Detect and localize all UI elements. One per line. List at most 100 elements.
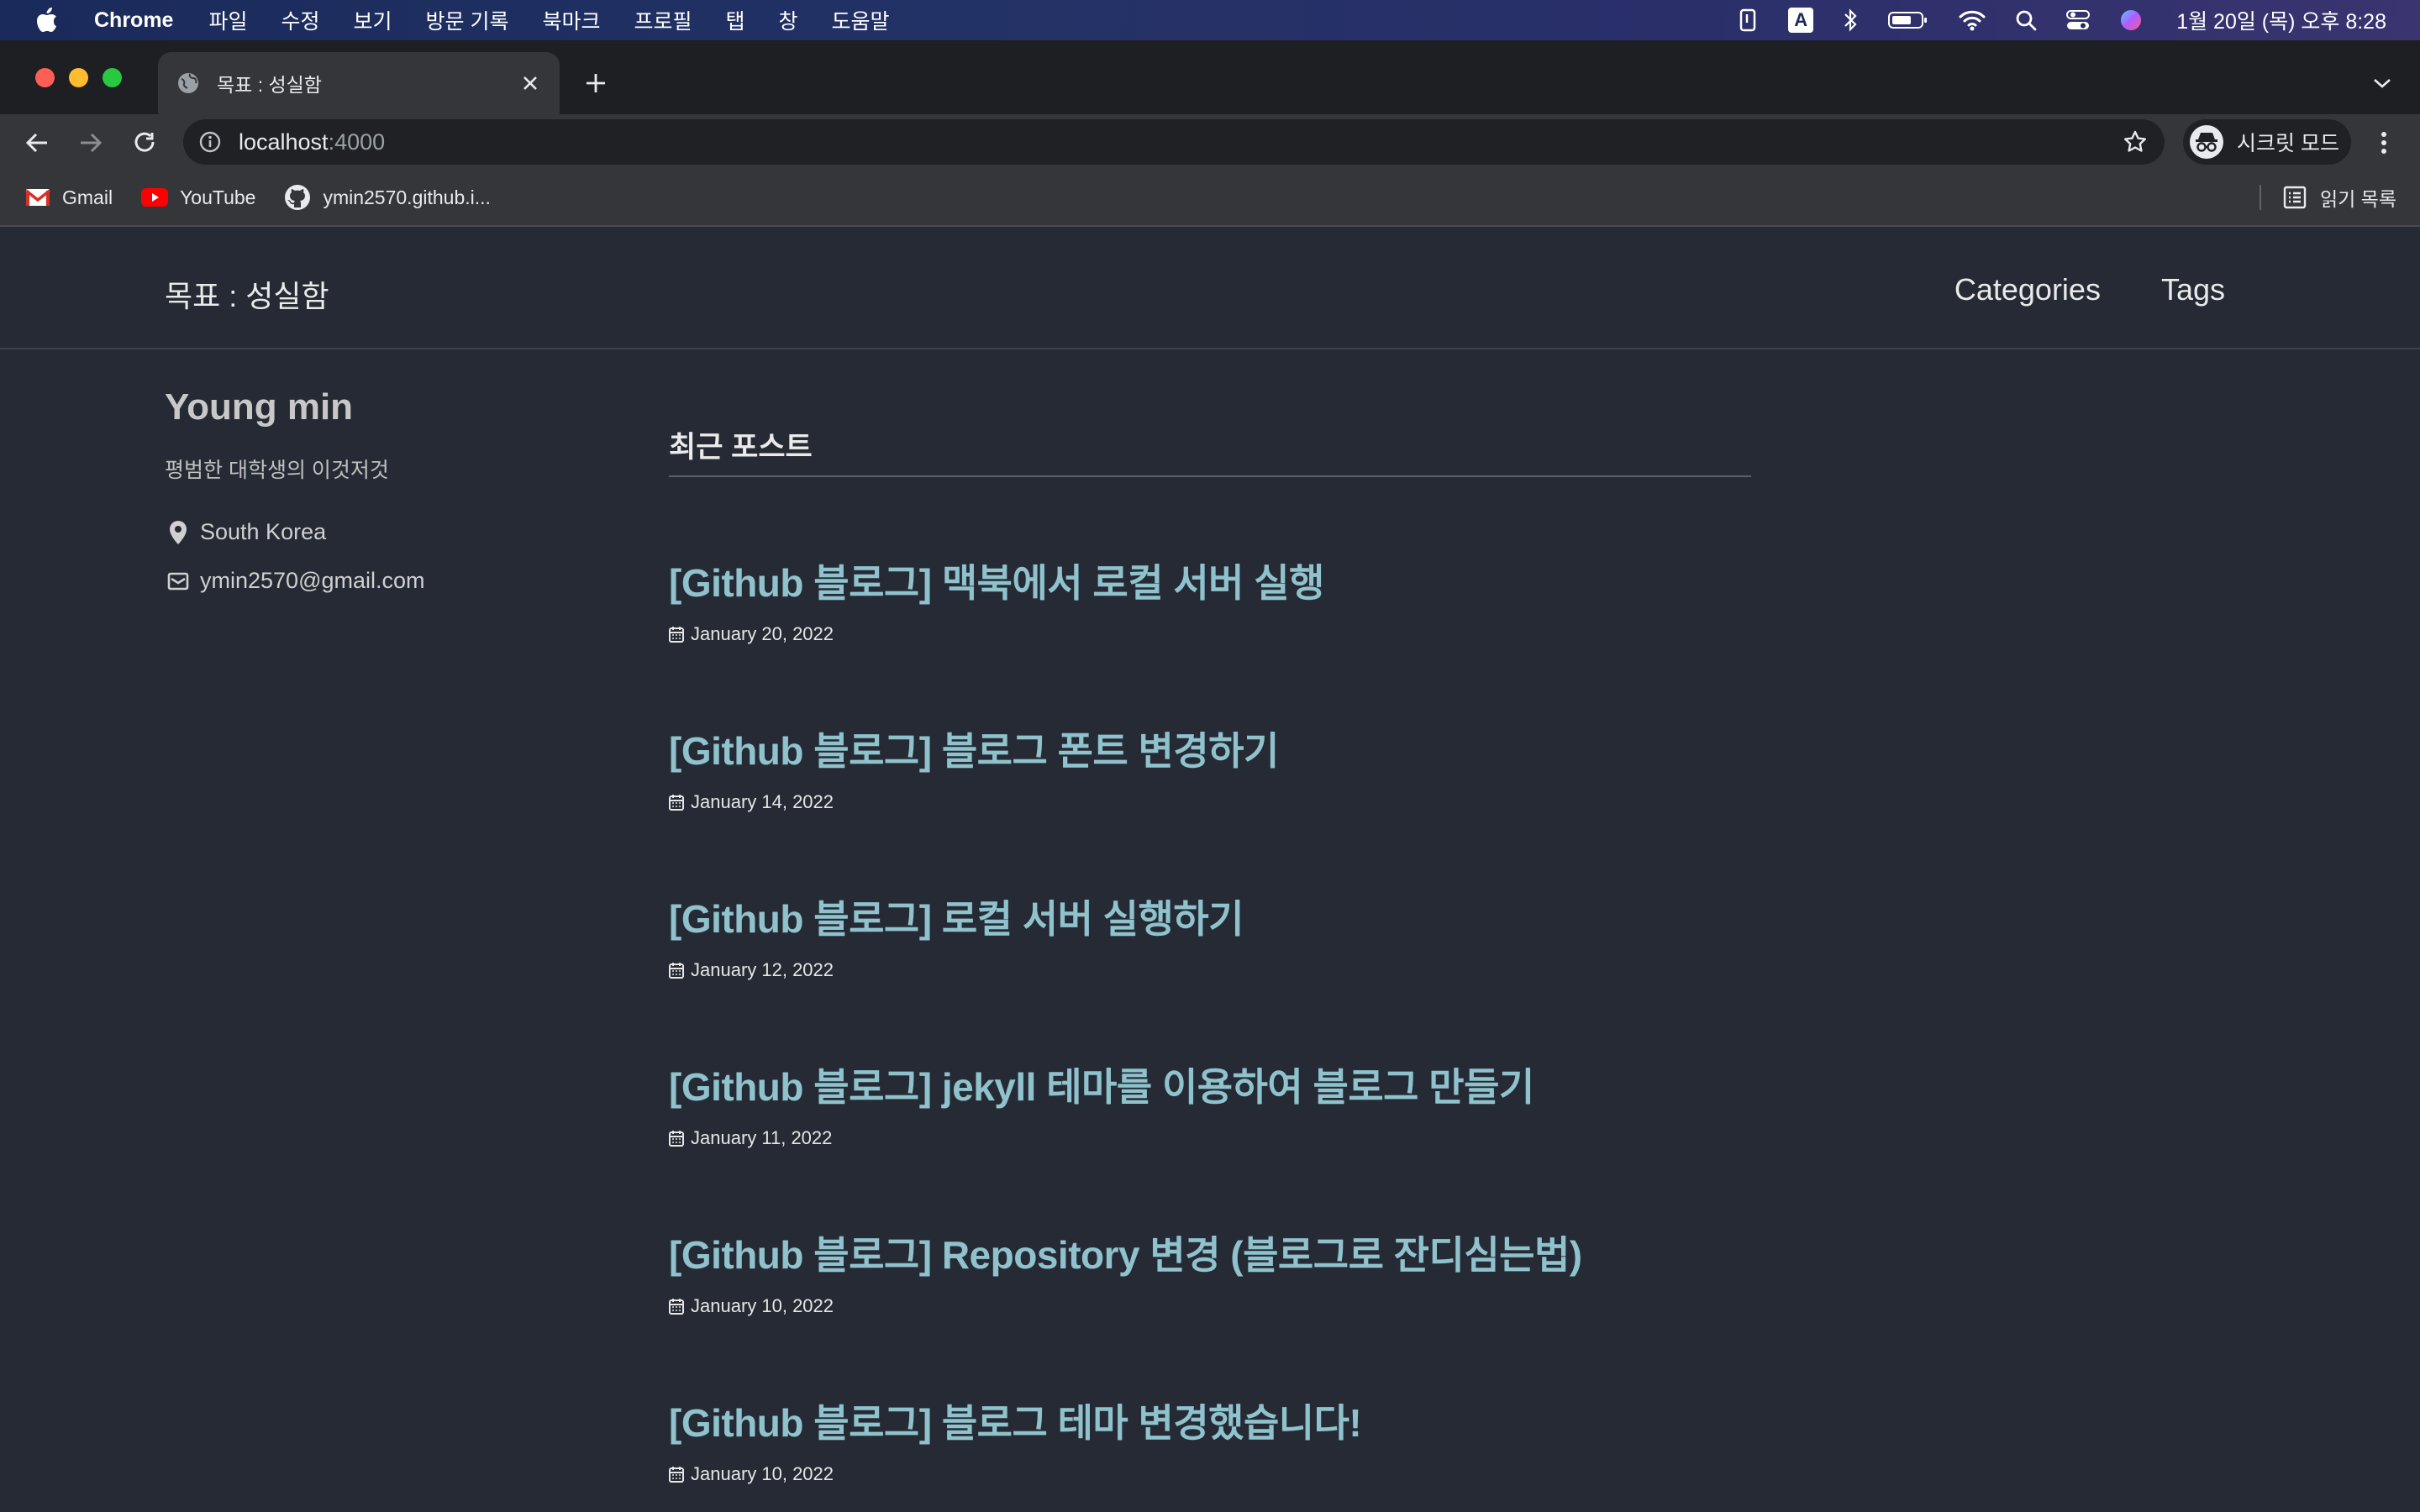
gmail-icon (25, 188, 50, 207)
author-name: Young min (165, 386, 354, 428)
bookmark-label: YouTube (180, 186, 256, 208)
post-title-link[interactable]: [Github 블로그] Repository 변경 (블로그로 잔디심는법) (669, 1233, 1582, 1277)
menu-profiles[interactable]: 프로필 (634, 5, 692, 35)
bookmark-gmail[interactable]: Gmail (25, 186, 113, 209)
window-close-button[interactable] (35, 68, 55, 87)
forward-arrow-icon[interactable] (74, 126, 108, 160)
bookmark-github[interactable]: ymin2570.github.i... (284, 184, 491, 211)
menu-help[interactable]: 도움말 (832, 5, 890, 35)
battery-icon[interactable] (1887, 9, 1929, 31)
calendar-icon (669, 626, 684, 643)
new-tab-button[interactable] (580, 67, 612, 99)
menu-file[interactable]: 파일 (208, 5, 247, 35)
window-minimize-button[interactable] (69, 68, 88, 87)
post-date: January 10, 2022 (669, 1295, 2265, 1317)
post-item: [Github 블로그] 블로그 테마 변경했습니다! January 10, … (669, 1393, 2265, 1485)
calendar-icon (669, 962, 684, 979)
location-text: South Korea (200, 519, 327, 544)
author-email-link[interactable]: ymin2570@gmail.com (166, 568, 425, 594)
document-status-icon[interactable] (1738, 8, 1760, 33)
youtube-icon (141, 187, 169, 207)
post-item: [Github 블로그] 블로그 폰트 변경하기 January 14, 202… (669, 721, 2265, 813)
incognito-icon (2190, 125, 2223, 159)
post-item: [Github 블로그] jekyll 테마를 이용하여 블로그 만들기 Jan… (669, 1057, 2265, 1149)
tab-search-chevron-down-icon[interactable] (2370, 71, 2395, 96)
calendar-icon (669, 794, 684, 811)
menubar-clock[interactable]: 1월 20일 (목) 오후 8:28 (2176, 5, 2386, 35)
apple-menu-icon[interactable] (35, 7, 60, 34)
bookmark-star-icon[interactable] (2123, 129, 2148, 155)
more-menu-icon[interactable] (2371, 126, 2396, 160)
post-date: January 14, 2022 (669, 791, 2265, 813)
site-title-link[interactable]: 목표 : 성실함 (165, 272, 329, 316)
site-header: 목표 : 성실함 Categories Tags (0, 228, 2420, 349)
post-date-text: January 10, 2022 (691, 1295, 834, 1316)
tab-close-icon[interactable] (518, 71, 543, 96)
back-arrow-icon[interactable] (20, 126, 54, 160)
address-bar[interactable]: localhost:4000 (183, 119, 2165, 165)
reading-list-button[interactable]: 읽기 목록 (2259, 170, 2396, 225)
bluetooth-icon[interactable] (1842, 8, 1859, 33)
post-date-text: January 14, 2022 (691, 791, 834, 812)
menu-tab[interactable]: 탭 (726, 5, 745, 35)
calendar-icon (669, 1466, 684, 1483)
envelope-icon (166, 571, 190, 591)
post-date: January 12, 2022 (669, 959, 2265, 981)
incognito-profile-button[interactable]: 시크릿 모드 (2183, 119, 2351, 165)
wifi-icon[interactable] (1958, 9, 1986, 31)
github-icon (284, 184, 311, 211)
nav-tags-link[interactable]: Tags (2161, 272, 2225, 307)
menu-view[interactable]: 보기 (354, 5, 392, 35)
menu-history[interactable]: 방문 기록 (426, 5, 509, 35)
menu-bookmarks[interactable]: 북마크 (542, 5, 600, 35)
post-title-link[interactable]: [Github 블로그] 맥북에서 로컬 서버 실행 (669, 561, 1324, 605)
spotlight-search-icon[interactable] (2015, 9, 2037, 31)
reading-list-label: 읽기 목록 (2319, 188, 2396, 210)
web-page: 목표 : 성실함 Categories Tags Young min 평범한 대… (0, 228, 2420, 1512)
post-title-link[interactable]: [Github 블로그] 로컬 서버 실행하기 (669, 897, 1244, 941)
calendar-icon (669, 1298, 684, 1315)
tab-title: 목표 : 성실함 (217, 74, 322, 96)
post-title-link[interactable]: [Github 블로그] jekyll 테마를 이용하여 블로그 만들기 (669, 1065, 1534, 1109)
control-center-icon[interactable] (2065, 9, 2091, 31)
site-info-icon[interactable] (198, 130, 222, 154)
bookmark-label: ymin2570.github.i... (323, 186, 491, 208)
post-date-text: January 10, 2022 (691, 1463, 834, 1484)
macos-menu-bar: Chrome 파일 수정 보기 방문 기록 북마크 프로필 탭 창 도움말 A … (0, 0, 2420, 40)
email-text: ymin2570@gmail.com (200, 568, 425, 593)
heading-divider (669, 475, 1751, 477)
post-date-text: January 12, 2022 (691, 959, 834, 980)
post-date: January 11, 2022 (669, 1127, 2265, 1149)
recent-posts-heading: 최근 포스트 (669, 431, 813, 464)
calendar-icon (669, 1130, 684, 1147)
bookmarks-bar: Gmail YouTube ymin2570.github.i... 읽기 목록 (0, 170, 2420, 227)
siri-icon[interactable] (2119, 8, 2143, 32)
reading-list-icon (2283, 186, 2307, 209)
post-item: [Github 블로그] 로컬 서버 실행하기 January 12, 2022 (669, 889, 2265, 981)
window-zoom-button[interactable] (103, 68, 122, 87)
author-location: South Korea (166, 519, 326, 545)
input-source-icon[interactable]: A (1788, 8, 1814, 33)
app-menu-chrome[interactable]: Chrome (94, 8, 173, 33)
bookmark-label: Gmail (62, 186, 113, 208)
menu-edit[interactable]: 수정 (281, 5, 319, 35)
reload-icon[interactable] (128, 126, 161, 160)
post-title-link[interactable]: [Github 블로그] 블로그 폰트 변경하기 (669, 729, 1279, 773)
browser-tab-active[interactable]: 목표 : 성실함 (158, 52, 560, 114)
menu-window[interactable]: 창 (779, 5, 798, 35)
post-item: [Github 블로그] 맥북에서 로컬 서버 실행 January 20, 2… (669, 553, 2265, 645)
toolbar-divider (2259, 185, 2261, 210)
post-date: January 10, 2022 (669, 1463, 2265, 1485)
post-item: [Github 블로그] Repository 변경 (블로그로 잔디심는법) … (669, 1225, 2265, 1317)
author-bio: 평범한 대학생의 이것저것 (165, 459, 389, 482)
nav-categories-link[interactable]: Categories (1954, 272, 2101, 307)
site-nav: Categories Tags (1894, 272, 2225, 307)
url-host: localhost (239, 129, 329, 155)
post-title-link[interactable]: [Github 블로그] 블로그 테마 변경했습니다! (669, 1401, 1362, 1445)
incognito-label: 시크릿 모드 (2237, 132, 2339, 155)
bookmark-youtube[interactable]: YouTube (141, 186, 255, 209)
post-date: January 20, 2022 (669, 623, 2265, 645)
post-date-text: January 20, 2022 (691, 623, 834, 644)
url-port: :4000 (328, 129, 386, 155)
post-date-text: January 11, 2022 (691, 1127, 833, 1148)
